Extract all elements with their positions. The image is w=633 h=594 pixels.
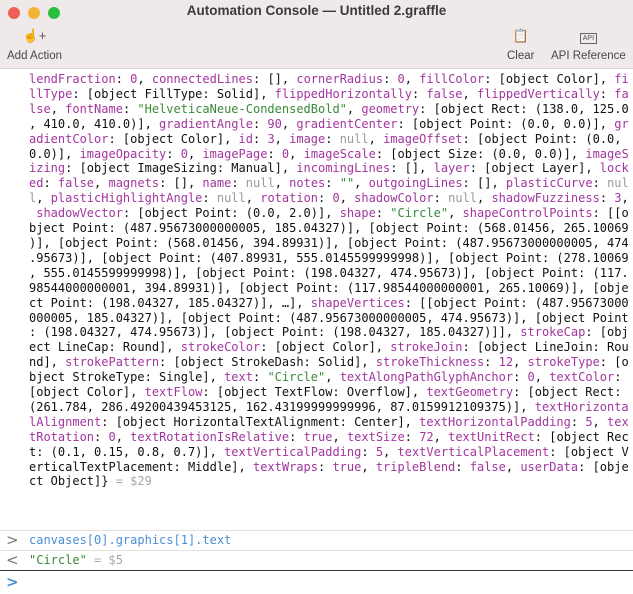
api-reference-label: API Reference bbox=[551, 50, 626, 62]
output-line: bject Point: (487.95673000000005, 185.04… bbox=[29, 221, 629, 236]
output-line: lendFraction: 0, connectedLines: [], cor… bbox=[29, 72, 629, 86]
output-line: lAlignment: [object HorizontalTextAlignm… bbox=[29, 414, 629, 429]
clear-label: Clear bbox=[507, 50, 535, 62]
output-line: , 555.0145599999998)], [object Point: (1… bbox=[29, 265, 629, 280]
output-line: ct Object]} = $29 bbox=[29, 474, 152, 489]
output-line: shadowVector: [object Point: (0.0, 2.0)]… bbox=[36, 206, 629, 221]
output-line: ed: false, magnets: [], name: null, note… bbox=[29, 176, 629, 191]
add-action-button[interactable]: ☝+ Add Action bbox=[7, 28, 62, 62]
console-result-entry: < "Circle" = $5 bbox=[0, 551, 633, 570]
console-output: lendFraction: 0, connectedLines: [], cor… bbox=[29, 72, 629, 489]
window-title: Automation Console — Untitled 2.graffle bbox=[186, 3, 447, 18]
add-action-label: Add Action bbox=[7, 50, 62, 62]
output-line: 98544000000001, 394.89931)], [object Poi… bbox=[29, 280, 629, 295]
console-command-entry[interactable]: > canvases[0].graphics[1].text bbox=[0, 531, 633, 550]
output-line: )], [object Point: (568.01456, 394.89931… bbox=[29, 235, 629, 250]
output-line: izing: [object ImageSizing: Manual], inc… bbox=[29, 161, 629, 176]
result-ref: = $5 bbox=[86, 553, 123, 567]
output-line: t: (0.1, 0.15, 0.8, 0.7)], textVerticalP… bbox=[29, 444, 629, 459]
output-line: , 410.0, 410.0)], gradientAngle: 90, gra… bbox=[29, 116, 629, 131]
output-line: nd], strokePattern: [object StrokeDash: … bbox=[29, 355, 629, 370]
prompt-chevron-icon: > bbox=[6, 573, 19, 591]
output-line: [object Color], textFlow: [object TextFl… bbox=[29, 385, 629, 400]
divider bbox=[0, 530, 633, 531]
clear-clipboard-icon: 📋 bbox=[512, 28, 529, 43]
title-bar: Automation Console — Untitled 2.graffle … bbox=[0, 0, 633, 69]
result-ref: = $29 bbox=[108, 474, 152, 489]
output-line: llType: [object FillType: Solid], flippe… bbox=[29, 86, 629, 101]
output-line: (261.784, 286.49200439453125, 162.431999… bbox=[29, 399, 629, 414]
api-reference-button[interactable]: API API Reference bbox=[551, 28, 626, 62]
hand-plus-icon: ☝+ bbox=[22, 28, 47, 43]
output-line: .95673)], [object Point: (407.89931, 555… bbox=[29, 250, 629, 265]
chevron-left-icon: < bbox=[6, 551, 19, 569]
api-icon: API bbox=[579, 33, 598, 44]
output-line: erticalTextPlacement: Middle], textWraps… bbox=[29, 459, 629, 474]
output-line: l, plasticHighlightAngle: null, rotation… bbox=[29, 191, 629, 206]
output-line: : (198.04327, 474.95673)], [object Point… bbox=[29, 325, 629, 340]
output-line: bject StrokeType: Single], text: "Circle… bbox=[29, 370, 629, 385]
output-line: ct Point: (198.04327, 185.04327)], …], s… bbox=[29, 295, 629, 310]
divider bbox=[0, 550, 633, 551]
output-line: 0.0)], imageOpacity: 0, imagePage: 0, im… bbox=[29, 146, 629, 161]
output-line: lse, fontName: "HelveticaNeue-CondensedB… bbox=[29, 101, 629, 116]
output-line: adientColor: [object Color], id: 3, imag… bbox=[29, 131, 629, 146]
output-line: ect LineCap: Round], strokeColor: [objec… bbox=[29, 340, 629, 355]
output-line: 000005, 185.04327)], [object Point: (487… bbox=[29, 310, 629, 325]
result-value: "Circle" bbox=[29, 553, 87, 567]
output-line: tRotation: 0, textRotationIsRelative: tr… bbox=[29, 429, 629, 444]
command-text: canvases[0].graphics[1].text bbox=[29, 533, 232, 547]
console-input[interactable]: > bbox=[0, 572, 633, 594]
chevron-right-icon: > bbox=[6, 531, 19, 549]
clear-button[interactable]: 📋 Clear bbox=[507, 28, 534, 62]
input-divider bbox=[0, 570, 633, 571]
